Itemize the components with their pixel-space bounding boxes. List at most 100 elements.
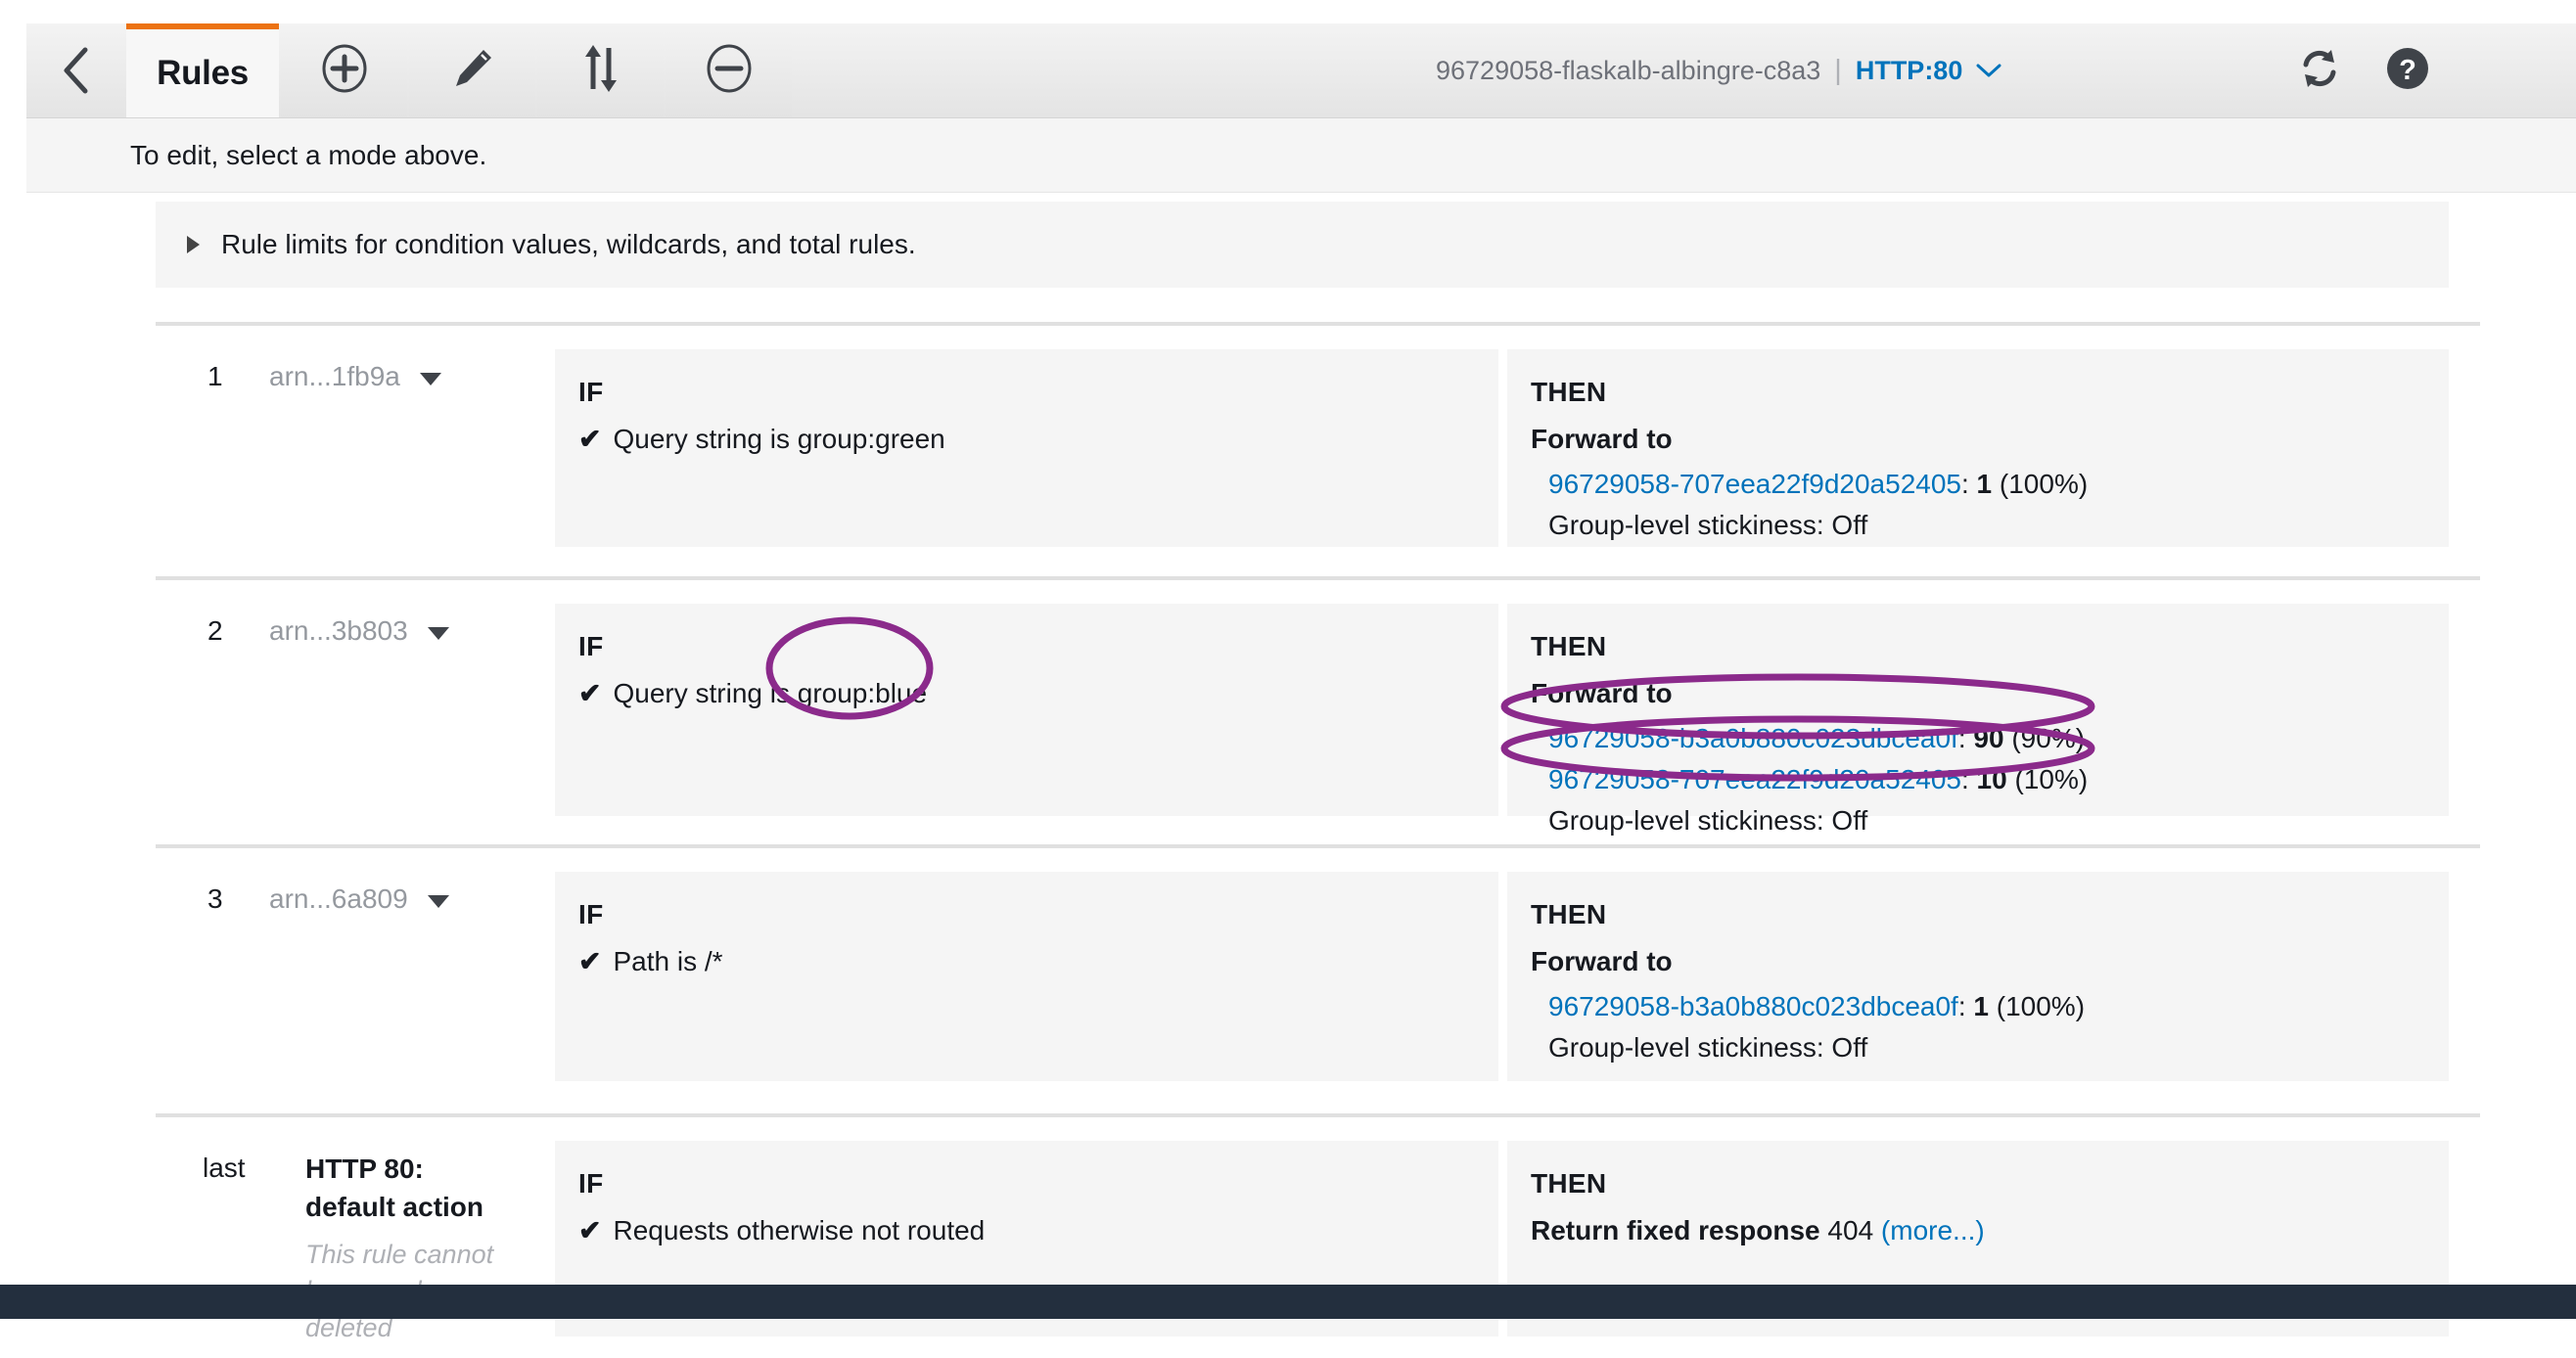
- load-balancer-name: 96729058-flaskalb-albingre-c8a3: [1436, 55, 1821, 85]
- more-link[interactable]: (more...): [1881, 1215, 1985, 1245]
- help-button[interactable]: ?: [2384, 47, 2431, 94]
- rule-meta: last HTTP 80: default action This rule c…: [26, 1153, 555, 1342]
- caret-down-icon: [427, 894, 449, 908]
- fixed-response-code: 404: [1827, 1215, 1874, 1245]
- rule-arn-label: arn...1fb9a: [269, 361, 400, 391]
- rules-content: Rule limits for condition values, wildca…: [26, 193, 2576, 1342]
- rule-then-panel: THEN Forward to 96729058-b3a0b880c023dbc…: [1507, 604, 2449, 836]
- target-percent: (90%): [2011, 723, 2086, 753]
- target-group-link[interactable]: 96729058-707eea22f9d20a52405: [1548, 764, 1961, 794]
- check-icon: ✔: [578, 678, 602, 708]
- rule-condition: ✔ Requests otherwise not routed: [578, 1215, 1498, 1246]
- rule-arn-dropdown[interactable]: arn...6a809: [269, 883, 449, 915]
- page-root: Rules 96729058-flaskalb-albingre-c8a3 | …: [0, 0, 2576, 1342]
- refresh-button[interactable]: [2296, 47, 2343, 94]
- delete-rule-button[interactable]: [666, 23, 792, 117]
- fixed-response-line: Return fixed response 404 (more...): [1531, 1215, 2449, 1246]
- target-percent: (100%): [1999, 469, 2089, 499]
- target-weight: 10: [1976, 764, 2007, 794]
- rule-index: 2: [207, 615, 223, 646]
- rule-condition-text: Query string is group:blue: [613, 678, 928, 708]
- pencil-icon: [448, 44, 497, 98]
- table-row: 1 arn...1fb9a IF ✔ Query string is group…: [26, 322, 2576, 576]
- reorder-rules-button[interactable]: [537, 23, 664, 117]
- rule-then-panel: THEN Forward to 96729058-707eea22f9d20a5…: [1507, 349, 2449, 547]
- add-rule-button[interactable]: [281, 23, 407, 117]
- check-icon: ✔: [578, 1215, 602, 1245]
- target-group-line: 96729058-707eea22f9d20a52405: 1 (100%): [1548, 469, 2089, 499]
- rule-condition-text: Query string is group:green: [613, 424, 945, 454]
- stickiness-text: Group-level stickiness: Off: [1548, 805, 1868, 836]
- rule-condition-text: Requests otherwise not routed: [613, 1215, 986, 1245]
- caret-down-icon: [419, 372, 441, 385]
- target-weight: 1: [1973, 991, 1989, 1021]
- rule-index: 3: [207, 883, 223, 914]
- fixed-response-label: Return fixed response: [1531, 1215, 1820, 1245]
- rule-arn-label: arn...6a809: [269, 883, 408, 914]
- rule-arn-dropdown[interactable]: arn...3b803: [269, 615, 449, 647]
- if-header: IF: [578, 1168, 604, 1199]
- chevron-left-icon: [60, 45, 93, 96]
- svg-text:?: ?: [2399, 55, 2416, 86]
- target-percent: (100%): [1996, 991, 2086, 1021]
- tab-rules-label: Rules: [157, 54, 249, 92]
- check-icon: ✔: [578, 946, 602, 976]
- table-row: 2 arn...3b803 IF ✔ Query string is group…: [26, 576, 2576, 844]
- edit-rule-button[interactable]: [409, 23, 535, 117]
- check-icon: ✔: [578, 424, 602, 454]
- stickiness-text: Group-level stickiness: Off: [1548, 510, 1868, 540]
- then-header: THEN: [1531, 631, 1607, 661]
- rule-condition-text: Path is /*: [613, 946, 723, 976]
- target-group-link[interactable]: 96729058-b3a0b880c023dbcea0f: [1548, 991, 1958, 1021]
- rule-condition: ✔ Path is /*: [578, 946, 1498, 977]
- chevron-down-icon[interactable]: [1974, 61, 2003, 80]
- then-header: THEN: [1531, 377, 1607, 407]
- rule-if-panel: IF ✔ Query string is group:green: [555, 349, 1498, 547]
- target-weight: 1: [1976, 469, 1993, 499]
- if-header: IF: [578, 631, 604, 661]
- if-header: IF: [578, 899, 604, 929]
- target-group-line: 96729058-b3a0b880c023dbcea0f: 1 (100%): [1548, 991, 2086, 1021]
- toolbar-right-actions: ?: [2296, 23, 2576, 117]
- table-row-default: last HTTP 80: default action This rule c…: [26, 1113, 2576, 1358]
- target-group-link[interactable]: 96729058-b3a0b880c023dbcea0f: [1548, 723, 1958, 753]
- sort-updown-icon: [579, 42, 622, 100]
- rules-card: Rules 96729058-flaskalb-albingre-c8a3 | …: [26, 0, 2576, 1342]
- refresh-icon: [2298, 47, 2341, 95]
- listener-label[interactable]: HTTP:80: [1856, 56, 1963, 86]
- forward-to-label: Forward to: [1531, 424, 1673, 454]
- forward-to-label: Forward to: [1531, 678, 1673, 708]
- triangle-right-icon: [187, 236, 200, 253]
- target-weight: 90: [1973, 723, 2004, 753]
- default-rule-title: HTTP 80: default action: [305, 1154, 484, 1222]
- rules-list: 1 arn...1fb9a IF ✔ Query string is group…: [26, 322, 2576, 1358]
- rule-if-panel: IF ✔ Query string is group:blue: [555, 604, 1498, 816]
- rule-index: last: [203, 1153, 246, 1183]
- rule-then-panel: THEN Forward to 96729058-b3a0b880c023dbc…: [1507, 872, 2449, 1081]
- rule-meta: 2 arn...3b803: [26, 615, 555, 646]
- forward-to-label: Forward to: [1531, 946, 1673, 976]
- header-separator: |: [1834, 54, 1842, 86]
- target-group-link[interactable]: 96729058-707eea22f9d20a52405: [1548, 469, 1961, 499]
- instruction-text: To edit, select a mode above.: [130, 139, 487, 170]
- table-row: 3 arn...6a809 IF ✔ Path is /* THEN Forwa…: [26, 844, 2576, 1113]
- minus-circle-icon: [704, 43, 755, 99]
- listener-selector: 96729058-flaskalb-albingre-c8a3 | HTTP:8…: [1436, 23, 2003, 117]
- then-header: THEN: [1531, 899, 1607, 929]
- rule-arn-dropdown[interactable]: arn...1fb9a: [269, 361, 441, 392]
- target-group-line: 96729058-b3a0b880c023dbcea0f: 90 (90%): [1548, 723, 2086, 753]
- then-header: THEN: [1531, 1168, 1607, 1199]
- back-button[interactable]: [26, 23, 125, 117]
- rule-limits-label: Rule limits for condition values, wildca…: [221, 229, 916, 259]
- rule-if-panel: IF ✔ Path is /*: [555, 872, 1498, 1081]
- bottom-bar: [0, 1285, 2576, 1319]
- rule-limits-expander[interactable]: Rule limits for condition values, wildca…: [156, 202, 2449, 288]
- tab-rules[interactable]: Rules: [126, 23, 279, 117]
- rule-meta: 3 arn...6a809: [26, 883, 555, 914]
- help-circle-icon: ?: [2385, 46, 2430, 96]
- plus-circle-icon: [319, 43, 370, 99]
- target-percent: (10%): [2014, 764, 2089, 794]
- rule-meta: 1 arn...1fb9a: [26, 361, 555, 391]
- target-group-line: 96729058-707eea22f9d20a52405: 10 (10%): [1548, 764, 2089, 794]
- rule-index: 1: [207, 361, 223, 391]
